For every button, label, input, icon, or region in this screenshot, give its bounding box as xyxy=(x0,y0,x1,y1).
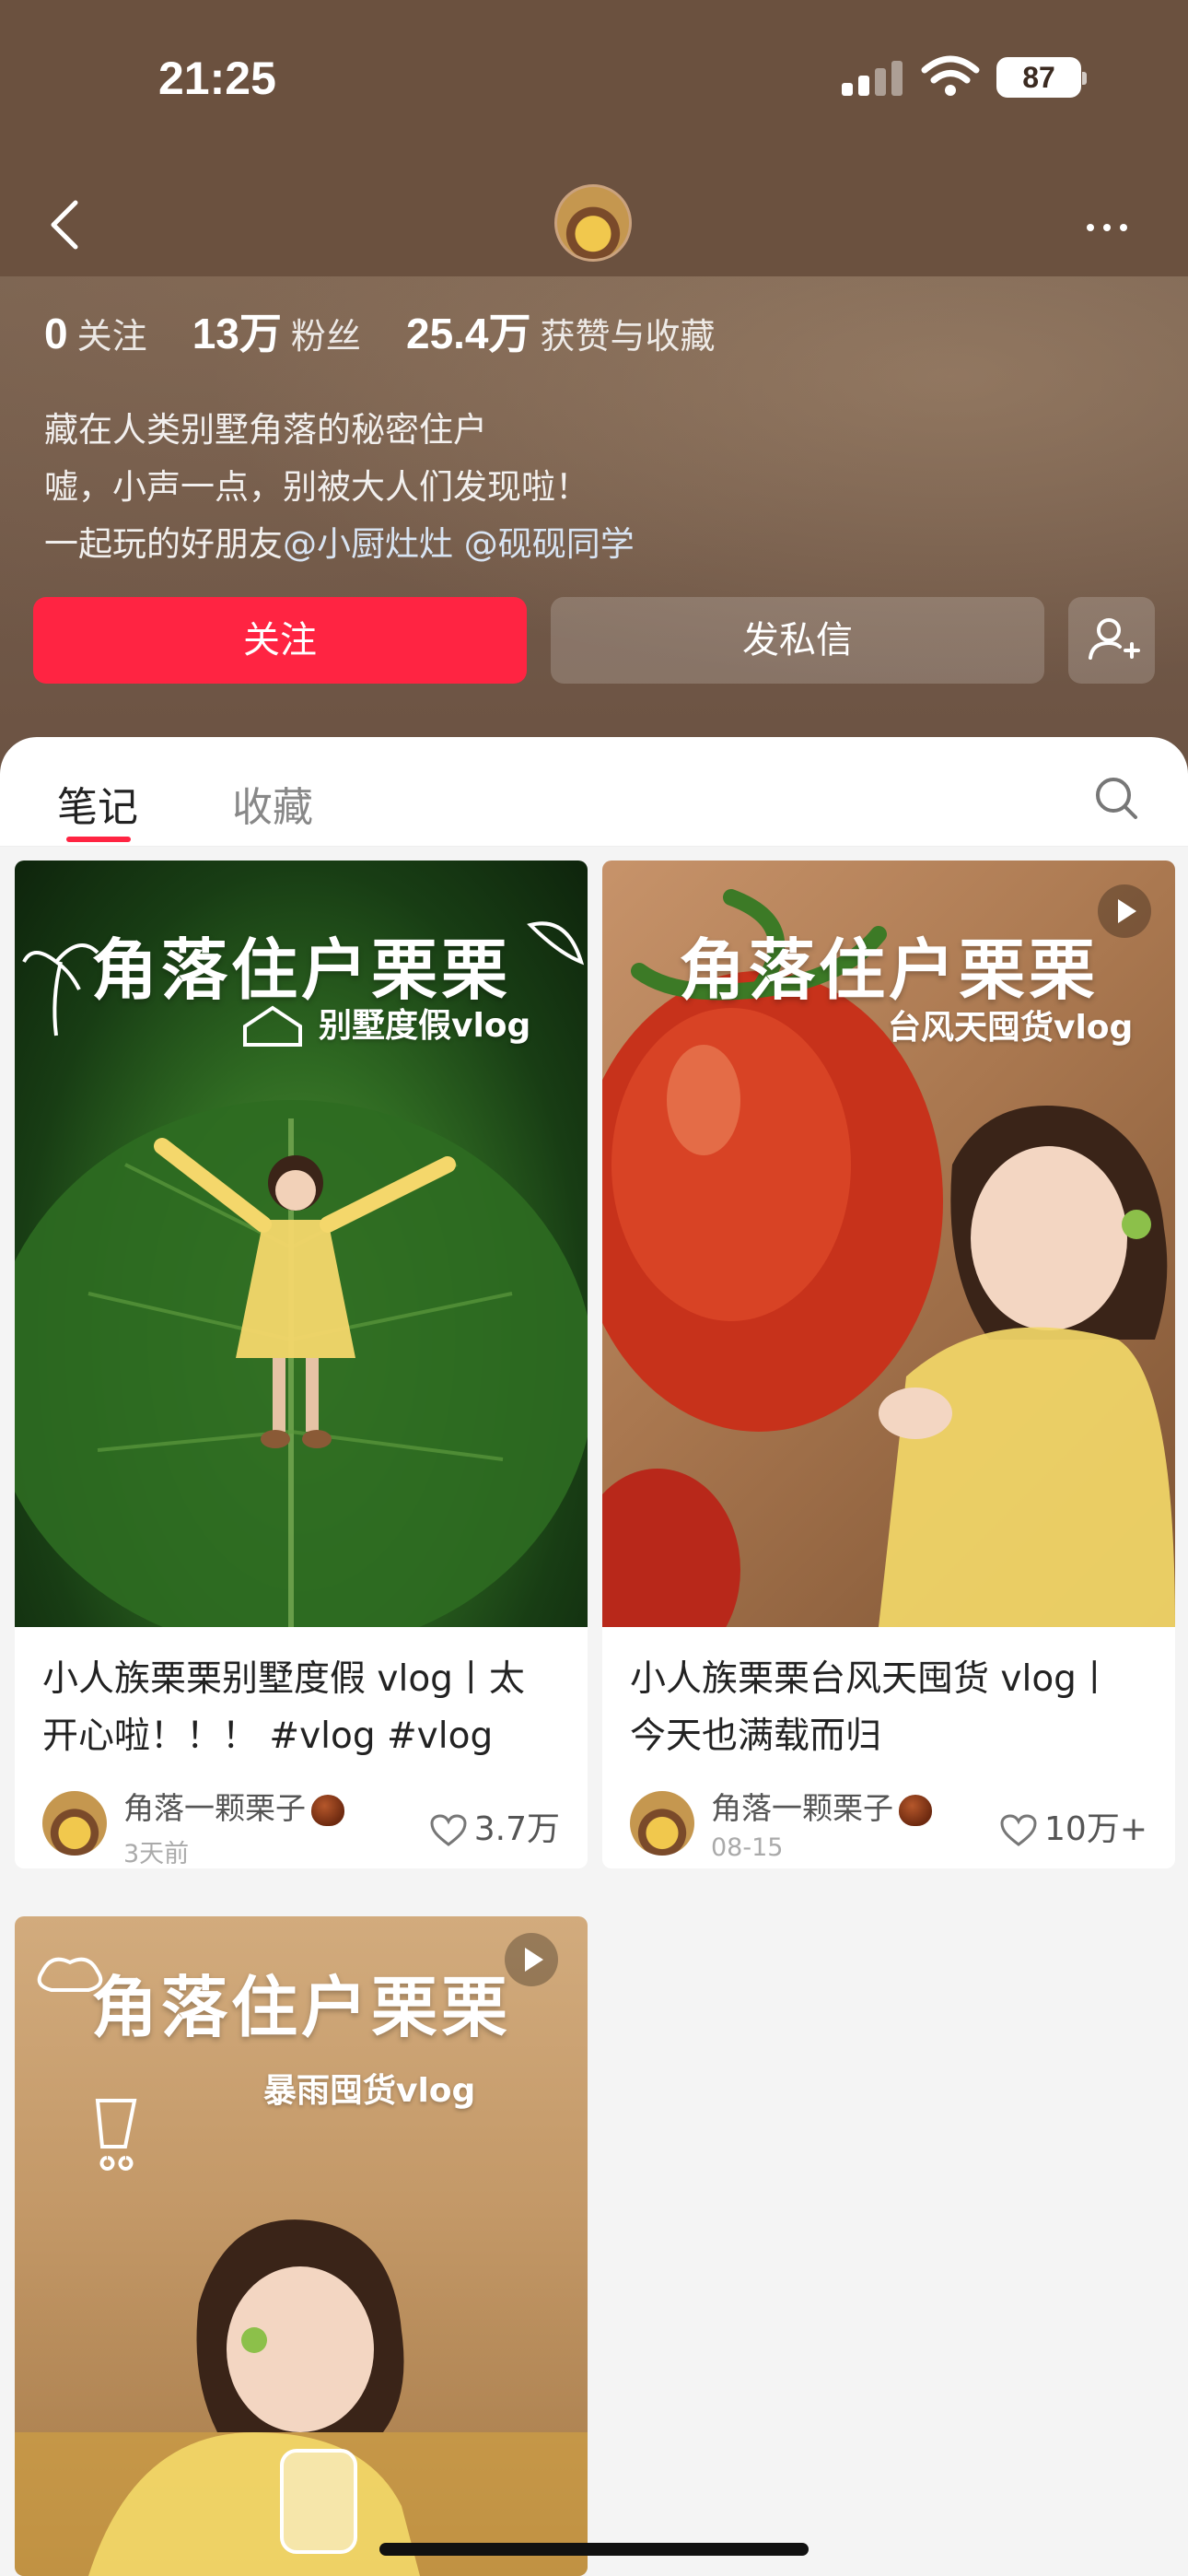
profile-stats: 0 关注 13万 粉丝 25.4万 获赞与收藏 xyxy=(44,300,756,361)
following-label: 关注 xyxy=(76,316,147,357)
follow-button[interactable]: 关注 xyxy=(33,597,527,684)
likes-count: 25.4万 xyxy=(405,310,531,357)
following-count: 0 xyxy=(44,310,68,357)
profile-page: 21:25 87 0 关注 13万 粉丝 25.4万 获赞与收藏 藏在人类别墅角落的秘… xyxy=(0,0,1188,2576)
wifi-icon xyxy=(921,55,980,96)
add-user-icon xyxy=(1089,618,1140,660)
chestnut-emoji-icon xyxy=(311,1794,344,1826)
author-name-text: 角落一颗栗子 xyxy=(123,1790,306,1826)
add-friend-button[interactable] xyxy=(1068,597,1155,684)
bio-line-prefix: 一起玩的好朋友 xyxy=(44,524,283,564)
heart-icon xyxy=(430,1814,467,1846)
note-card[interactable]: 角落住户栗栗 别墅度假vlog 小人族栗栗别墅度假 vlog丨太开心啦！！！ #… xyxy=(15,861,588,1868)
like-count: 3.7万 xyxy=(473,1810,560,1848)
bio-line: 嘘，小声一点，别被大人们发现啦！ xyxy=(44,467,589,507)
battery-indicator: 87 xyxy=(996,57,1087,98)
author-avatar[interactable] xyxy=(630,1791,694,1856)
note-meta: 角落一颗栗子 3天前 3.7万 xyxy=(15,1767,588,1868)
note-cover[interactable]: 角落住户栗栗 台风天囤货vlog xyxy=(602,861,1175,1627)
like-button[interactable]: 3.7万 xyxy=(430,1802,560,1850)
followers-label: 粉丝 xyxy=(290,316,361,357)
author-name[interactable]: 角落一颗栗子 xyxy=(711,1784,932,1828)
note-meta: 角落一颗栗子 08-15 10万+ xyxy=(602,1767,1175,1868)
note-cover[interactable]: 角落住户栗栗 别墅度假vlog xyxy=(15,861,588,1627)
back-icon[interactable] xyxy=(46,197,83,252)
bio-line: 一起玩的好朋友@小厨灶灶 @砚砚同学 xyxy=(44,516,635,573)
home-indicator xyxy=(379,2543,809,2556)
note-cover[interactable]: 角落住户栗栗 暴雨囤货vlog xyxy=(15,1916,588,2576)
note-title[interactable]: 小人族栗栗别墅度假 vlog丨太开心啦！！！ #vlog #vlog 日... xyxy=(15,1627,588,1767)
note-time: 08-15 xyxy=(711,1833,784,1862)
like-button[interactable]: 10万+ xyxy=(1000,1802,1147,1850)
cover-subtitle: 台风天囤货vlog xyxy=(888,1009,1134,1047)
followers-stat[interactable]: 13万 粉丝 xyxy=(192,300,361,361)
following-stat[interactable]: 0 关注 xyxy=(44,308,147,358)
content-tabs: 笔记 收藏 xyxy=(0,737,1188,847)
author-name-text: 角落一颗栗子 xyxy=(711,1790,893,1826)
note-card[interactable]: 角落住户栗栗 暴雨囤货vlog xyxy=(15,1916,588,2576)
message-button[interactable]: 发私信 xyxy=(551,597,1044,684)
mention-link[interactable]: @砚砚同学 xyxy=(464,524,635,564)
tab-notes[interactable]: 笔记 xyxy=(57,774,138,833)
profile-bio: 藏在人类别墅角落的秘密住户 嘘，小声一点，别被大人们发现啦！ 一起玩的好朋友@小… xyxy=(44,402,635,573)
heart-icon xyxy=(1000,1814,1037,1846)
status-time: 21:25 xyxy=(158,53,276,104)
avatar[interactable] xyxy=(554,184,632,262)
author-avatar[interactable] xyxy=(42,1791,107,1856)
more-icon[interactable] xyxy=(1087,217,1136,235)
likes-label: 获赞与收藏 xyxy=(540,316,716,357)
note-card[interactable]: 角落住户栗栗 台风天囤货vlog 小人族栗栗台风天囤货 vlog丨今天也满载而归… xyxy=(602,861,1175,1868)
author-name[interactable]: 角落一颗栗子 xyxy=(123,1784,344,1828)
note-title[interactable]: 小人族栗栗台风天囤货 vlog丨今天也满载而归 xyxy=(602,1627,1175,1767)
mention-link[interactable]: @小厨灶灶 xyxy=(283,524,453,564)
followers-count: 13万 xyxy=(192,310,282,357)
cover-title: 角落住户栗栗 xyxy=(90,1969,511,2046)
note-time: 3天前 xyxy=(123,1840,190,1868)
cover-title: 角落住户栗栗 xyxy=(678,931,1099,1009)
tab-collections[interactable]: 收藏 xyxy=(232,774,313,833)
likes-stat[interactable]: 25.4万 获赞与收藏 xyxy=(406,300,716,361)
chestnut-emoji-icon xyxy=(899,1794,932,1826)
like-count: 10万+ xyxy=(1044,1810,1147,1848)
signal-icon xyxy=(842,61,908,96)
search-icon[interactable] xyxy=(1092,774,1140,822)
cover-subtitle: 暴雨囤货vlog xyxy=(263,2072,476,2110)
bio-line: 藏在人类别墅角落的秘密住户 xyxy=(44,410,487,450)
active-tab-indicator xyxy=(66,837,131,842)
cover-subtitle: 别墅度假vlog xyxy=(319,1007,531,1045)
